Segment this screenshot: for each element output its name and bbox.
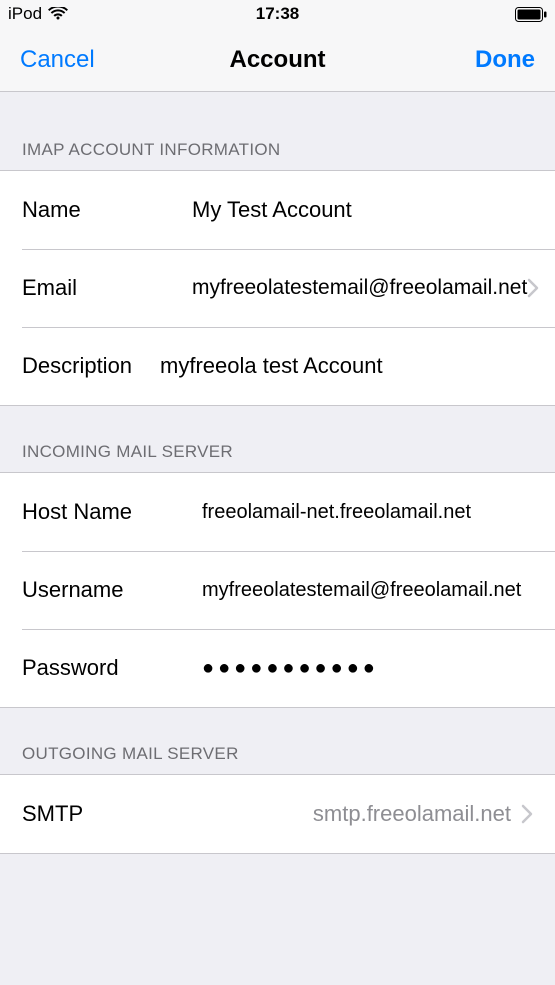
carrier-label: iPod bbox=[8, 4, 42, 24]
row-username[interactable]: Username bbox=[0, 551, 555, 629]
row-name[interactable]: Name bbox=[0, 171, 555, 249]
chevron-right-icon bbox=[521, 804, 533, 824]
status-time: 17:38 bbox=[256, 4, 299, 24]
status-bar: iPod 17:38 bbox=[0, 0, 555, 28]
input-description[interactable] bbox=[160, 353, 533, 379]
input-hostname[interactable] bbox=[202, 501, 533, 524]
row-description[interactable]: Description bbox=[0, 327, 555, 405]
row-email[interactable]: Email myfreeolatestemail@freeolamail.net bbox=[0, 249, 555, 327]
status-left: iPod bbox=[8, 4, 68, 24]
status-right bbox=[515, 7, 547, 22]
label-smtp: SMTP bbox=[22, 801, 83, 827]
chevron-right-icon bbox=[527, 278, 539, 298]
page-title: Account bbox=[230, 46, 326, 74]
label-password: Password bbox=[22, 655, 202, 681]
group-outgoing: SMTP smtp.freeolamail.net bbox=[0, 774, 555, 854]
section-header-outgoing: OUTGOING MAIL SERVER bbox=[0, 708, 555, 774]
row-password[interactable]: Password ●●●●●●●●●●● bbox=[0, 629, 555, 707]
row-smtp[interactable]: SMTP smtp.freeolamail.net bbox=[0, 775, 555, 853]
row-hostname[interactable]: Host Name bbox=[0, 473, 555, 551]
label-username: Username bbox=[22, 577, 202, 603]
done-button[interactable]: Done bbox=[475, 46, 535, 74]
section-header-imap: IMAP ACCOUNT INFORMATION bbox=[0, 92, 555, 170]
label-email: Email bbox=[22, 275, 192, 301]
label-name: Name bbox=[22, 197, 192, 223]
label-hostname: Host Name bbox=[22, 499, 202, 525]
value-smtp: smtp.freeolamail.net bbox=[83, 801, 521, 827]
input-password[interactable]: ●●●●●●●●●●● bbox=[202, 657, 533, 680]
cancel-button[interactable]: Cancel bbox=[20, 46, 95, 74]
battery-icon bbox=[515, 7, 547, 22]
group-incoming: Host Name Username Password ●●●●●●●●●●● bbox=[0, 472, 555, 708]
section-header-incoming: INCOMING MAIL SERVER bbox=[0, 406, 555, 472]
nav-bar: Cancel Account Done bbox=[0, 28, 555, 92]
value-email: myfreeolatestemail@freeolamail.net bbox=[192, 276, 527, 300]
label-description: Description bbox=[22, 353, 132, 379]
input-username[interactable] bbox=[202, 579, 533, 602]
wifi-icon bbox=[48, 7, 68, 21]
content-area[interactable]: IMAP ACCOUNT INFORMATION Name Email myfr… bbox=[0, 92, 555, 985]
group-imap: Name Email myfreeolatestemail@freeolamai… bbox=[0, 170, 555, 406]
input-name[interactable] bbox=[192, 197, 533, 223]
